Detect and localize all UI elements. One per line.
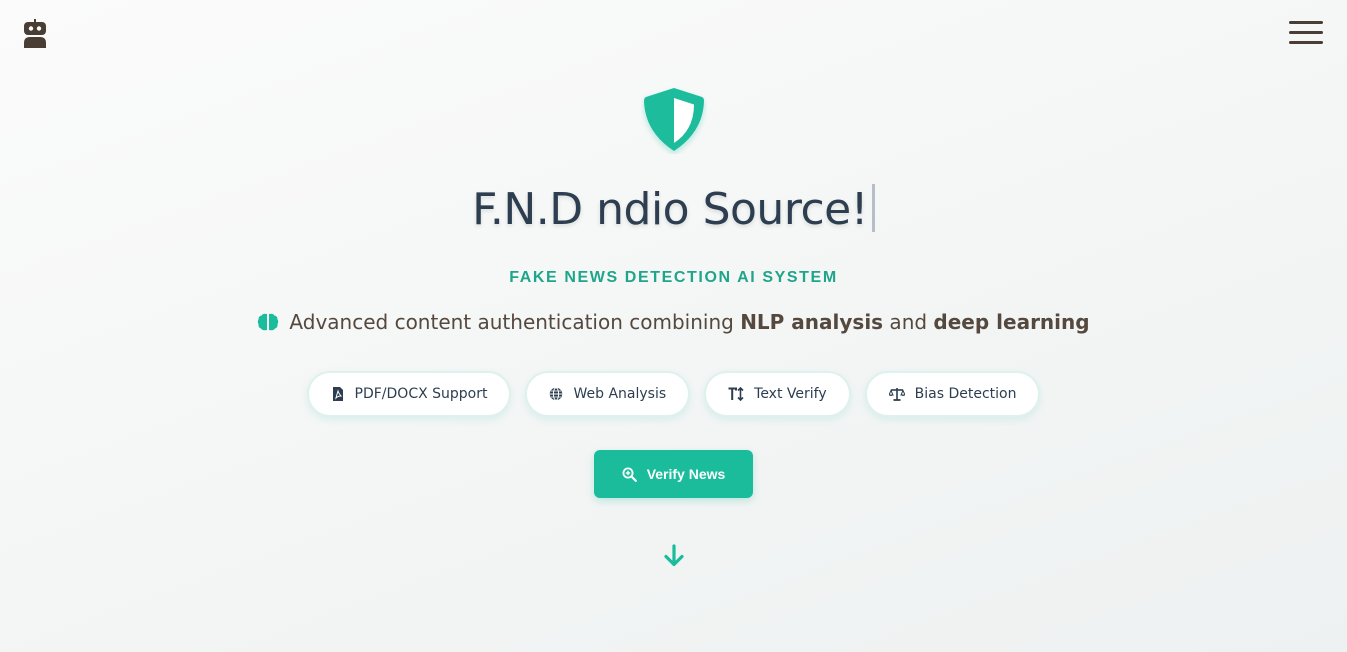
page-subtitle: FAKE NEWS DETECTION AI SYSTEM <box>509 269 838 286</box>
tagline-prefix: Advanced content authentication combinin… <box>289 310 741 334</box>
feature-label: Text Verify <box>754 386 827 402</box>
search-plus-icon <box>622 467 637 482</box>
feature-label: PDF/DOCX Support <box>354 386 488 402</box>
feature-list: PDF/DOCX Support Web Analysis Text Verif… <box>0 371 1347 417</box>
robot-icon[interactable] <box>23 19 47 48</box>
feature-bias-detection[interactable]: Bias Detection <box>864 371 1041 417</box>
typing-cursor <box>871 184 875 232</box>
verify-news-button[interactable]: Verify News <box>594 450 753 498</box>
tagline-middle: and <box>883 310 934 334</box>
feature-text-verify[interactable]: Text Verify <box>704 371 851 417</box>
arrow-down-icon[interactable] <box>663 544 685 568</box>
page-title: F.N.D ndio Source! <box>0 184 1347 235</box>
tagline-highlight-nlp: NLP analysis <box>740 310 884 334</box>
tagline: Advanced content authentication combinin… <box>0 310 1347 334</box>
verify-news-label: Verify News <box>646 466 726 482</box>
brain-icon <box>258 313 279 331</box>
feature-label: Bias Detection <box>914 386 1017 402</box>
globe-icon <box>550 387 563 401</box>
hamburger-menu-icon[interactable] <box>1289 21 1323 47</box>
shield-icon <box>644 88 704 151</box>
tagline-highlight-deep-learning: deep learning <box>933 310 1090 334</box>
balance-scale-icon <box>888 388 905 401</box>
text-height-icon <box>728 387 744 401</box>
feature-pdf-docx[interactable]: PDF/DOCX Support <box>306 371 512 417</box>
feature-web-analysis[interactable]: Web Analysis <box>525 371 691 417</box>
file-pdf-icon <box>332 387 343 401</box>
feature-label: Web Analysis <box>573 386 667 402</box>
